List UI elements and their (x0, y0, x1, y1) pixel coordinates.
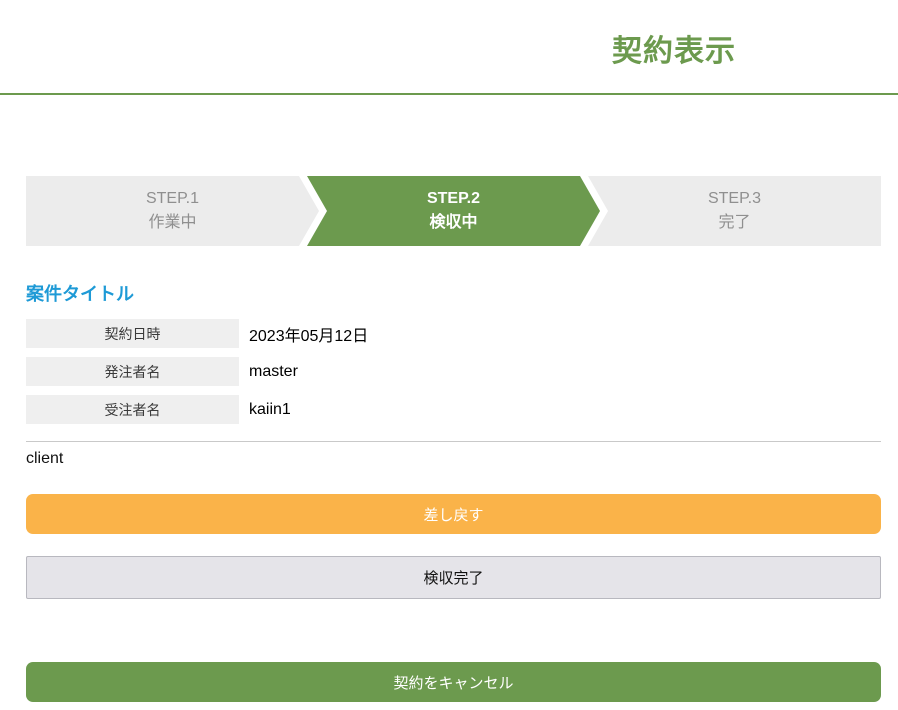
step-number: STEP.1 (146, 187, 199, 211)
main-content: STEP.1 作業中 STEP.2 検収中 STEP.3 完了 案件タイトル 契… (0, 176, 898, 702)
content-divider (26, 441, 881, 442)
header-divider (0, 93, 898, 95)
contract-date-value: 2023年05月12日 (249, 322, 368, 346)
step-1-working: STEP.1 作業中 (26, 176, 319, 246)
contract-date-label: 契約日時 (26, 319, 239, 348)
step-label: 検収中 (429, 211, 477, 235)
contractor-name-row: 受注者名 kaiin1 (26, 395, 881, 424)
contractor-name-label: 受注者名 (26, 395, 239, 424)
contractor-name-value: kaiin1 (249, 401, 291, 419)
step-2-inspection: STEP.2 検収中 (307, 176, 600, 246)
orderer-name-value: master (249, 363, 298, 381)
step-indicator: STEP.1 作業中 STEP.2 検収中 STEP.3 完了 (26, 176, 881, 246)
remand-button[interactable]: 差し戻す (26, 494, 881, 534)
orderer-name-row: 発注者名 master (26, 357, 881, 386)
contract-details: 契約日時 2023年05月12日 発注者名 master 受注者名 kaiin1 (26, 319, 881, 424)
step-label: 作業中 (148, 211, 196, 235)
client-text: client (26, 450, 881, 468)
header: 契約表示 (0, 0, 898, 93)
inspection-complete-button[interactable]: 検収完了 (26, 556, 881, 599)
cancel-contract-button[interactable]: 契約をキャンセル (26, 662, 881, 702)
step-label: 完了 (718, 211, 750, 235)
orderer-name-label: 発注者名 (26, 357, 239, 386)
page-title: 契約表示 (612, 26, 736, 70)
step-3-complete: STEP.3 完了 (588, 176, 881, 246)
step-number: STEP.2 (427, 187, 480, 211)
step-number: STEP.3 (708, 187, 761, 211)
contract-date-row: 契約日時 2023年05月12日 (26, 319, 881, 348)
project-title: 案件タイトル (26, 280, 881, 306)
